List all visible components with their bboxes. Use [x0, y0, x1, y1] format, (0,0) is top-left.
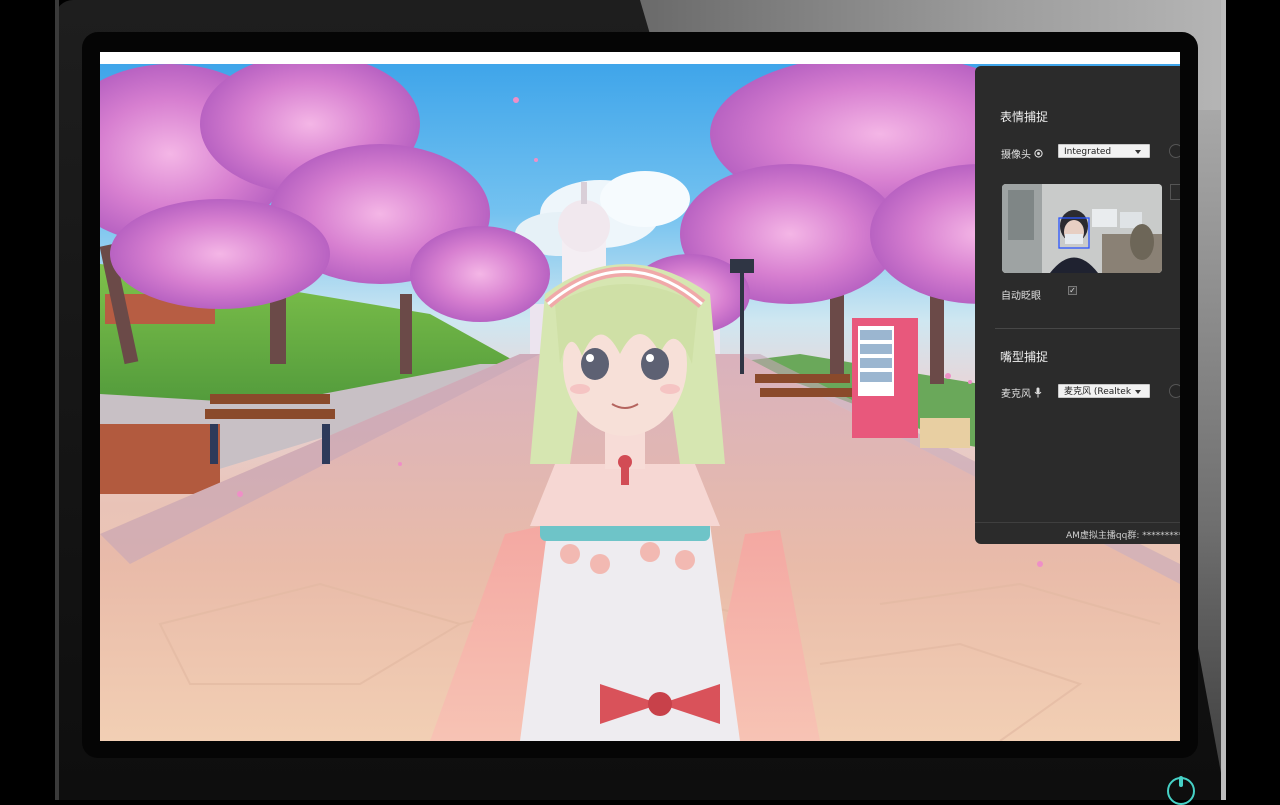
camera-preview-image: [1002, 184, 1162, 273]
microphone-select[interactable]: 麦克风 (Realtek: [1058, 384, 1150, 398]
microphone-label-text: 麦克风: [1001, 389, 1031, 400]
power-icon[interactable]: [1167, 776, 1195, 805]
camera-label: 摄像头: [1001, 146, 1043, 161]
qq-group-footer: AM虚拟主播qq群: **********: [1066, 531, 1180, 541]
camera-select-value: Integrated: [1064, 147, 1112, 157]
chevron-down-icon: [1135, 150, 1141, 154]
camera-toggle[interactable]: [1169, 144, 1180, 158]
capture-settings-panel: 表情捕捉 摄像头 Integrated 自动眨眼 ✓ 嘴型捕捉 麦克风 麦克风 …: [975, 66, 1180, 544]
monitor-rim-right: [1221, 0, 1226, 800]
microphone-toggle[interactable]: [1169, 384, 1180, 398]
footer-divider: [975, 522, 1180, 523]
microphone-select-value: 麦克风 (Realtek: [1064, 387, 1132, 397]
microphone-icon: [1034, 387, 1042, 401]
camera-label-text: 摄像头: [1001, 150, 1031, 161]
mouth-capture-title: 嘴型捕捉: [1000, 350, 1049, 364]
chevron-down-icon: [1135, 390, 1141, 394]
microphone-label: 麦克风: [1001, 385, 1042, 401]
camera-preview: [1002, 184, 1162, 273]
webcam-icon: [1034, 149, 1043, 161]
camera-select[interactable]: Integrated: [1058, 144, 1150, 158]
section-divider: [995, 328, 1180, 329]
auto-blink-checkbox[interactable]: ✓: [1068, 286, 1077, 295]
expression-capture-title: 表情捕捉: [1000, 110, 1049, 124]
monitor-rim: [55, 0, 59, 800]
preview-toggle[interactable]: [1170, 184, 1180, 200]
auto-blink-label: 自动眨眼: [1001, 291, 1041, 302]
